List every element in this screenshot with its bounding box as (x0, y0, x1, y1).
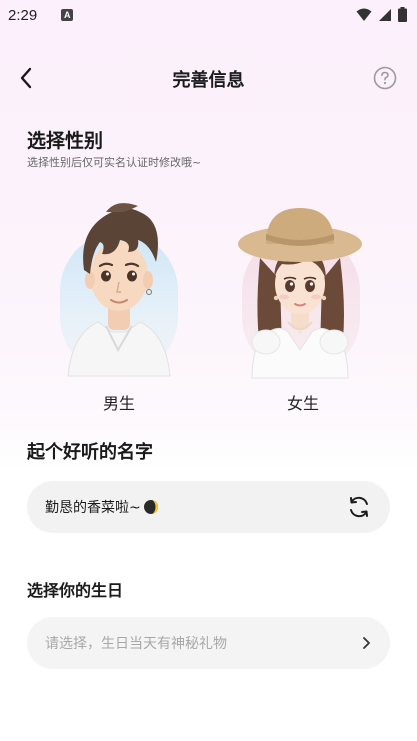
status-time: 2:29 (8, 6, 38, 24)
a-notification-icon: A (61, 9, 74, 21)
birthday-picker[interactable]: 请选择，生日当天有神秘礼物 (27, 617, 390, 669)
status-icons (356, 7, 407, 22)
nav-bar: 完善信息 (0, 56, 417, 100)
refresh-icon (350, 496, 368, 518)
status-bar: 2:29 A (0, 0, 417, 30)
gender-option-female[interactable] (236, 200, 364, 380)
crescent-moon-emoji (143, 500, 158, 514)
name-section-title: 起个好听的名字 (27, 442, 153, 463)
battery-icon (398, 7, 407, 22)
name-input[interactable]: 勤恳的香菜啦~ (27, 481, 390, 533)
female-avatar (238, 208, 362, 379)
gender-label-female: 女生 (286, 394, 319, 413)
gender-hint: 选择性别后仅可实名认证时修改哦~ (27, 156, 202, 169)
name-value: 勤恳的香菜啦~ (45, 500, 141, 516)
gender-option-male[interactable] (54, 200, 182, 380)
birthday-placeholder: 请选择，生日当天有神秘礼物 (45, 636, 227, 652)
help-button[interactable] (373, 66, 397, 90)
refresh-name-button[interactable] (346, 494, 372, 520)
birthday-section-title: 选择你的生日 (27, 581, 124, 600)
chevron-right-icon (363, 637, 370, 649)
page-title: 完善信息 (172, 70, 245, 91)
signal-icon (379, 8, 391, 21)
question-circle-icon (373, 66, 397, 90)
wifi-icon (356, 8, 372, 21)
male-avatar (67, 203, 171, 377)
gender-section-title: 选择性别 (27, 130, 104, 152)
gender-label-male: 男生 (102, 394, 135, 413)
